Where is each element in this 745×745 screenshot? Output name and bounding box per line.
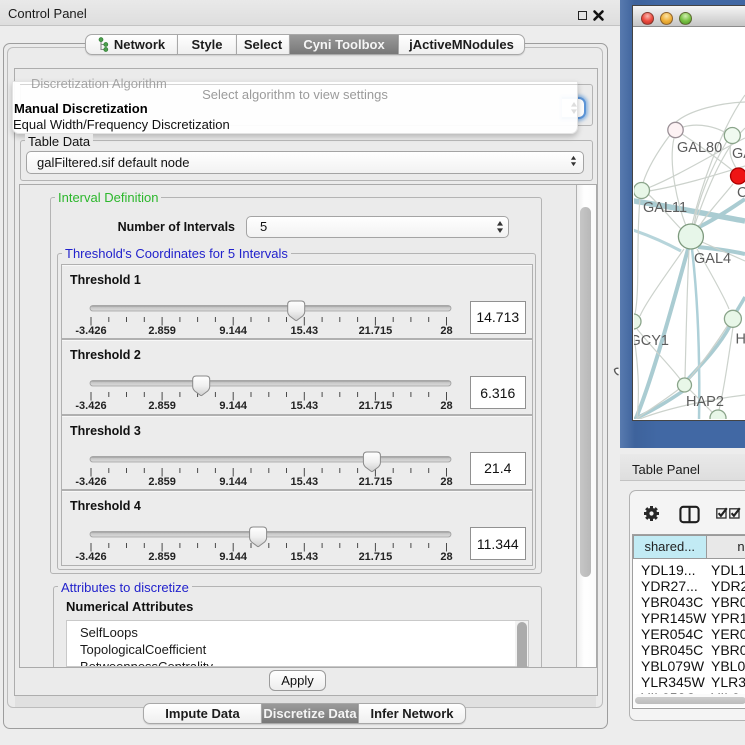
svg-text:H: H — [736, 332, 745, 348]
svg-text:-3.426: -3.426 — [75, 325, 106, 337]
svg-text:21.715: 21.715 — [359, 476, 393, 488]
svg-text:15.43: 15.43 — [291, 551, 319, 563]
svg-text:2.859: 2.859 — [148, 476, 176, 488]
svg-text:2.859: 2.859 — [148, 551, 176, 563]
svg-text:GA: GA — [732, 146, 745, 162]
svg-text:2.859: 2.859 — [148, 400, 176, 412]
svg-text:21.715: 21.715 — [359, 400, 393, 412]
svg-text:15.43: 15.43 — [291, 476, 319, 488]
svg-text:28: 28 — [440, 551, 452, 563]
svg-text:-3.426: -3.426 — [75, 400, 106, 412]
svg-text:-3.426: -3.426 — [75, 476, 106, 488]
svg-text:GCY1: GCY1 — [634, 333, 669, 349]
svg-text:GAL11: GAL11 — [643, 200, 687, 216]
svg-text:HAP2: HAP2 — [686, 394, 724, 410]
svg-text:GAL4: GAL4 — [694, 251, 731, 267]
svg-text:9.144: 9.144 — [219, 325, 247, 337]
svg-text:28: 28 — [440, 400, 452, 412]
svg-text:15.43: 15.43 — [291, 400, 319, 412]
svg-text:9.144: 9.144 — [219, 476, 247, 488]
svg-text:21.715: 21.715 — [359, 551, 393, 563]
svg-text:9.144: 9.144 — [219, 400, 247, 412]
svg-text:GAL80: GAL80 — [677, 140, 722, 156]
svg-text:2.859: 2.859 — [148, 325, 176, 337]
svg-text:28: 28 — [440, 325, 452, 337]
svg-text:21.715: 21.715 — [359, 325, 393, 337]
svg-text:-3.426: -3.426 — [75, 551, 106, 563]
svg-text:15.43: 15.43 — [291, 325, 319, 337]
svg-text:C: C — [737, 185, 745, 201]
svg-text:9.144: 9.144 — [219, 551, 247, 563]
svg-text:28: 28 — [440, 476, 452, 488]
